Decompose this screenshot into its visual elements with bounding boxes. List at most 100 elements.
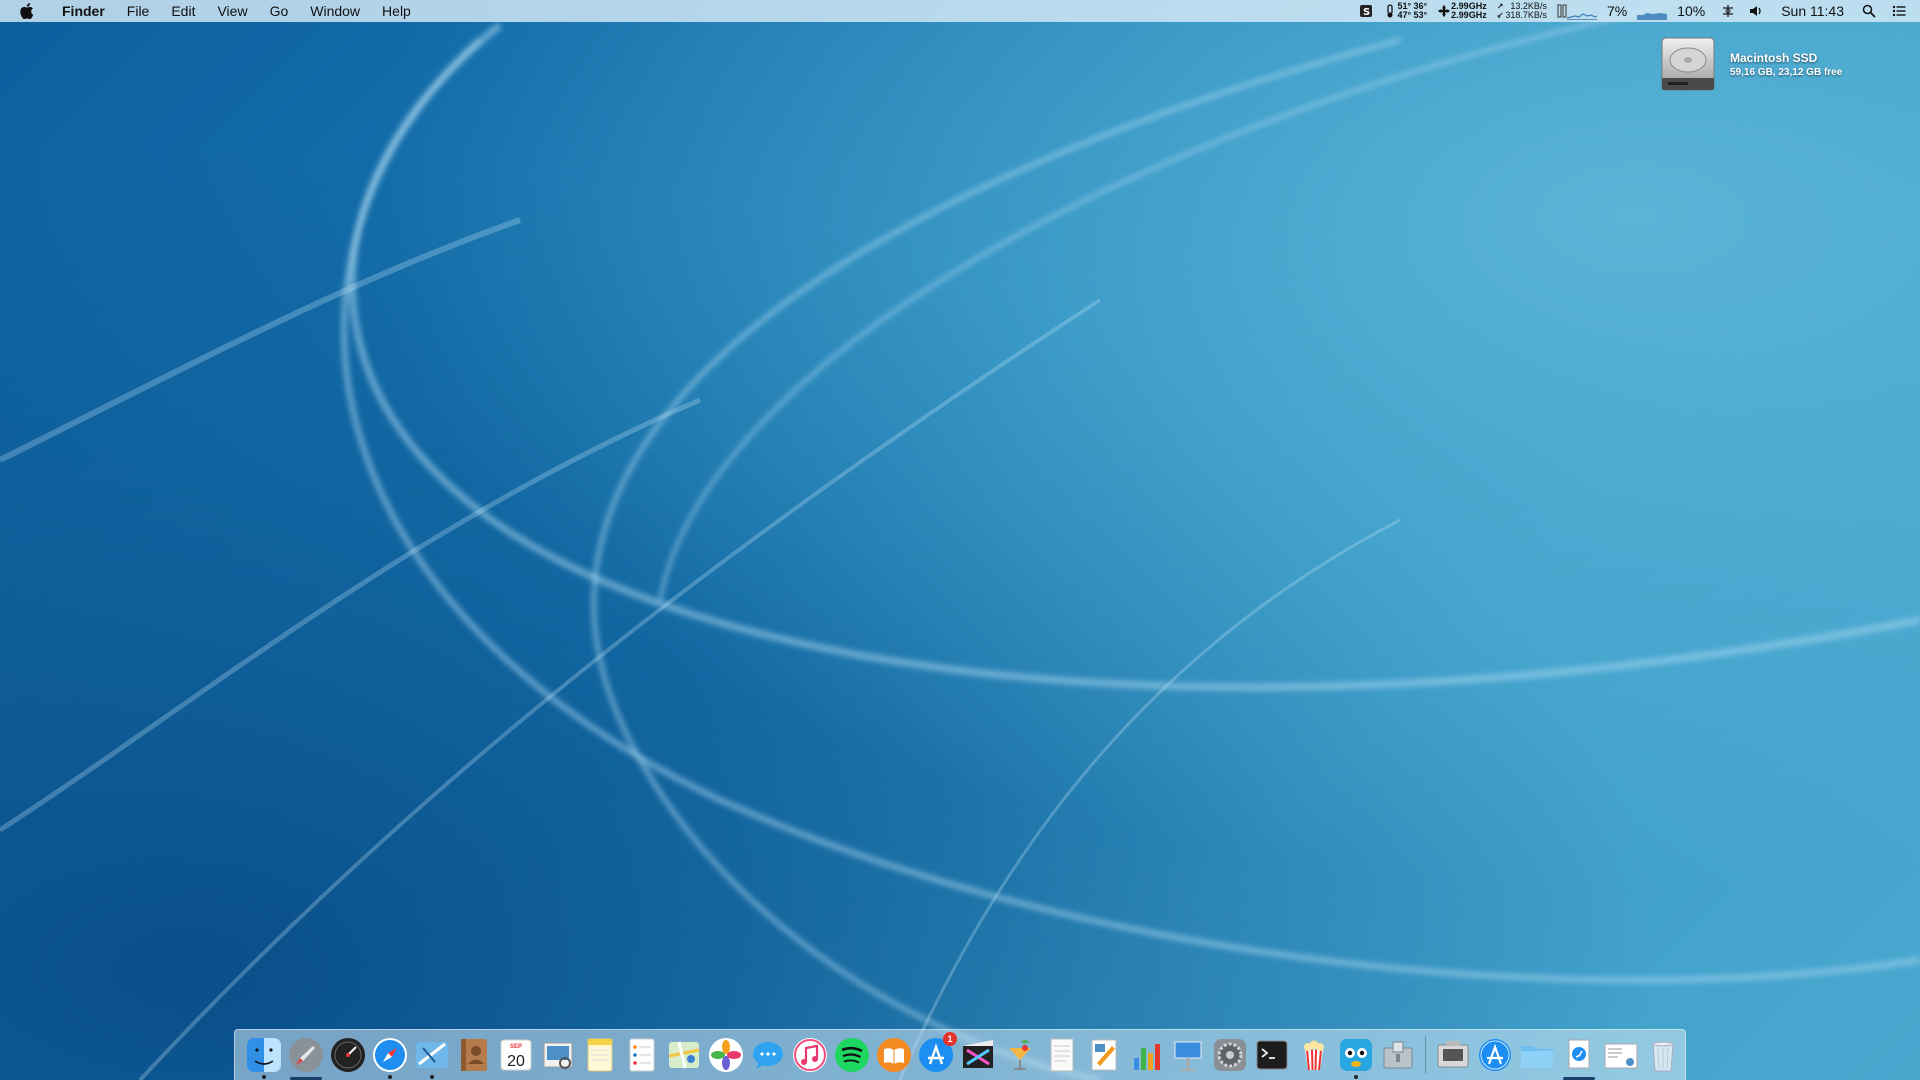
dock-numbers[interactable] <box>1125 1034 1167 1076</box>
dock-calendar[interactable]: SEP 20 <box>495 1034 537 1076</box>
drive-info: 59,16 GB, 23,12 GB free <box>1730 67 1843 78</box>
magnet-icon[interactable] <box>1721 4 1735 18</box>
running-indicator <box>262 1075 266 1079</box>
popcorn-time-icon <box>1304 1040 1324 1071</box>
finder-icon <box>247 1038 281 1072</box>
dock-image-capture[interactable] <box>1432 1034 1474 1076</box>
menu-window[interactable]: Window <box>299 0 371 22</box>
preview-icon <box>543 1042 573 1069</box>
menu-view[interactable]: View <box>206 0 258 22</box>
dock-app-store-folder[interactable] <box>1474 1034 1516 1076</box>
menu-edit[interactable]: Edit <box>160 0 206 22</box>
mail-icon <box>416 1042 448 1068</box>
drive-name: Macintosh SSD <box>1730 51 1818 65</box>
cocktail-icon <box>1009 1040 1031 1070</box>
dock-archive-utility[interactable] <box>1377 1034 1419 1076</box>
notes-icon <box>587 1038 613 1072</box>
spotify-icon <box>835 1038 869 1072</box>
desktop-drive-macintosh-ssd[interactable]: Macintosh SSD 59,16 GB, 23,12 GB free <box>1658 34 1842 94</box>
dock: SEP 20 1 <box>234 1029 1686 1080</box>
dock-spotify[interactable] <box>831 1034 873 1076</box>
maps-icon <box>668 1041 700 1069</box>
menu-clock[interactable]: Sun 11:43 <box>1781 3 1844 19</box>
dock-pages[interactable] <box>1083 1034 1125 1076</box>
dock-dashboard[interactable] <box>327 1034 369 1076</box>
dock-safari[interactable] <box>369 1034 411 1079</box>
apple-menu-icon[interactable] <box>16 0 38 22</box>
dock-launchpad[interactable] <box>285 1034 327 1080</box>
system-preferences-icon <box>1214 1039 1246 1071</box>
dock-popcorn-time[interactable] <box>1293 1034 1335 1076</box>
running-indicator <box>430 1075 434 1079</box>
dock-itunes[interactable] <box>789 1034 831 1076</box>
dock-notes[interactable] <box>579 1034 621 1076</box>
launchpad-icon <box>289 1038 323 1072</box>
dock-trash[interactable] <box>1642 1034 1684 1076</box>
dock-mail[interactable] <box>411 1034 453 1079</box>
safari-icon <box>373 1038 407 1072</box>
messages-icon <box>753 1042 783 1069</box>
dock-messages[interactable] <box>747 1034 789 1076</box>
thermometer-icon <box>1387 4 1394 18</box>
calendar-month: SEP <box>510 1044 522 1050</box>
dock-photos[interactable] <box>705 1034 747 1076</box>
tweetbot-icon <box>1340 1039 1372 1071</box>
dock-reminders[interactable] <box>621 1034 663 1076</box>
cpu-percent: 7% <box>1606 3 1628 19</box>
running-indicator <box>388 1075 392 1079</box>
cpu-graph <box>1566 3 1598 20</box>
cpu-bottom: 2.99GHz <box>1451 10 1487 20</box>
network-widget[interactable]: ↗ ↙ 13.2KB/s 318.7KB/s <box>1496 2 1547 21</box>
memory-graph <box>1637 3 1668 20</box>
cpu-frequency-widget[interactable]: 2.99GHz 2.99GHz <box>1437 2 1487 20</box>
dock-textedit[interactable] <box>1041 1034 1083 1076</box>
calendar-icon: SEP 20 <box>500 1039 532 1071</box>
dock-finder[interactable] <box>243 1034 285 1079</box>
menu-app-name[interactable]: Finder <box>48 0 116 22</box>
dock-cocktail[interactable] <box>999 1034 1041 1076</box>
dock-preview-stack[interactable] <box>1600 1034 1642 1076</box>
calendar-day: 20 <box>507 1053 525 1070</box>
menu-file[interactable]: File <box>116 0 161 22</box>
numbers-icon <box>1134 1044 1160 1070</box>
documents-folder-icon <box>1521 1046 1553 1068</box>
wallpaper-swirls <box>0 0 1920 1080</box>
pages-icon <box>1091 1039 1117 1071</box>
itunes-icon <box>793 1038 827 1072</box>
menu-go[interactable]: Go <box>259 0 300 22</box>
dock-system-preferences[interactable] <box>1209 1034 1251 1076</box>
dock-documents-folder[interactable] <box>1516 1034 1558 1076</box>
notification-center-icon[interactable] <box>1892 4 1906 18</box>
keynote-icon <box>1174 1041 1202 1071</box>
dock-app-store[interactable]: 1 <box>915 1032 957 1076</box>
volume-icon[interactable] <box>1749 4 1763 18</box>
net-down: 318.7KB/s <box>1505 10 1547 20</box>
running-indicator <box>1354 1075 1358 1079</box>
menu-bar: Finder File Edit View Go Window Help S 5… <box>0 0 1920 22</box>
spotlight-search-icon[interactable] <box>1862 4 1876 18</box>
dock-ibooks[interactable] <box>873 1034 915 1076</box>
dock-downloads[interactable] <box>1558 1034 1600 1080</box>
image-capture-icon <box>1437 1041 1469 1068</box>
memory-graph-widget[interactable]: 10% <box>1637 3 1705 20</box>
preview-stack-icon <box>1604 1043 1638 1069</box>
reminders-icon <box>629 1038 655 1072</box>
dock-keynote[interactable] <box>1167 1034 1209 1076</box>
desktop[interactable]: Finder File Edit View Go Window Help S 5… <box>0 0 1920 1080</box>
temperature-widget[interactable]: 51° 36° 47° 53° <box>1383 2 1427 20</box>
memory-percent: 10% <box>1677 3 1706 19</box>
textedit-icon <box>1050 1038 1074 1072</box>
terminal-icon <box>1256 1040 1288 1070</box>
dock-terminal[interactable] <box>1251 1034 1293 1076</box>
dock-maps[interactable] <box>663 1034 705 1076</box>
istat-menu-icon[interactable]: S <box>1359 4 1373 18</box>
trash-icon <box>1652 1041 1674 1072</box>
menu-help[interactable]: Help <box>371 0 422 22</box>
photos-icon <box>709 1038 743 1072</box>
dock-preview[interactable] <box>537 1034 579 1076</box>
network-arrows-icon: ↗ ↙ <box>1496 2 1504 20</box>
dock-final-cut[interactable] <box>957 1034 999 1076</box>
cpu-graph-widget[interactable]: 7% <box>1557 3 1627 20</box>
dock-tweetbot[interactable] <box>1335 1034 1377 1079</box>
dock-contacts[interactable] <box>453 1034 495 1076</box>
